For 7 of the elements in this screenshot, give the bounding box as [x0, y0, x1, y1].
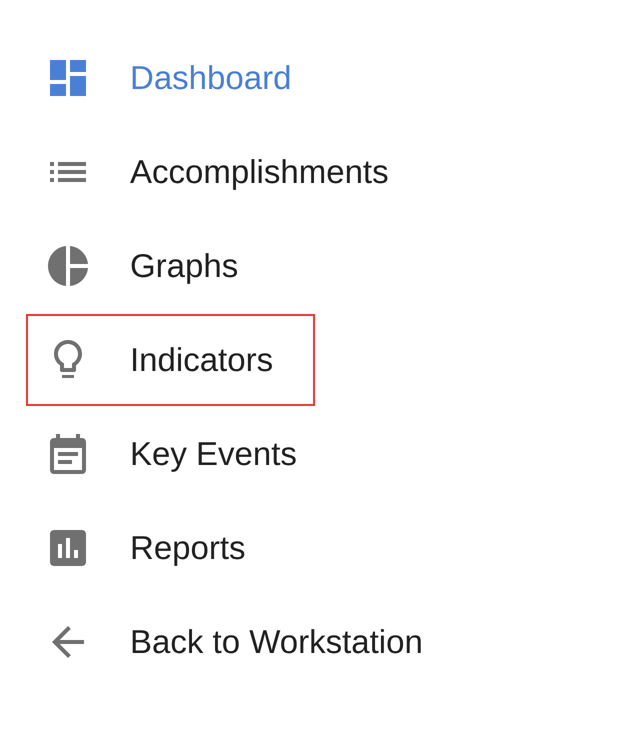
menu-item[interactable]: Key Events	[26, 408, 339, 500]
menu-item[interactable]: Graphs	[26, 220, 280, 312]
menu-item[interactable]: Reports	[26, 502, 288, 594]
menu-item[interactable]: Accomplishments	[26, 126, 431, 218]
menu-item[interactable]: Dashboard	[26, 32, 334, 124]
menu-item[interactable]: Back to Workstation	[26, 596, 465, 688]
menu-item[interactable]: Indicators	[26, 314, 316, 406]
